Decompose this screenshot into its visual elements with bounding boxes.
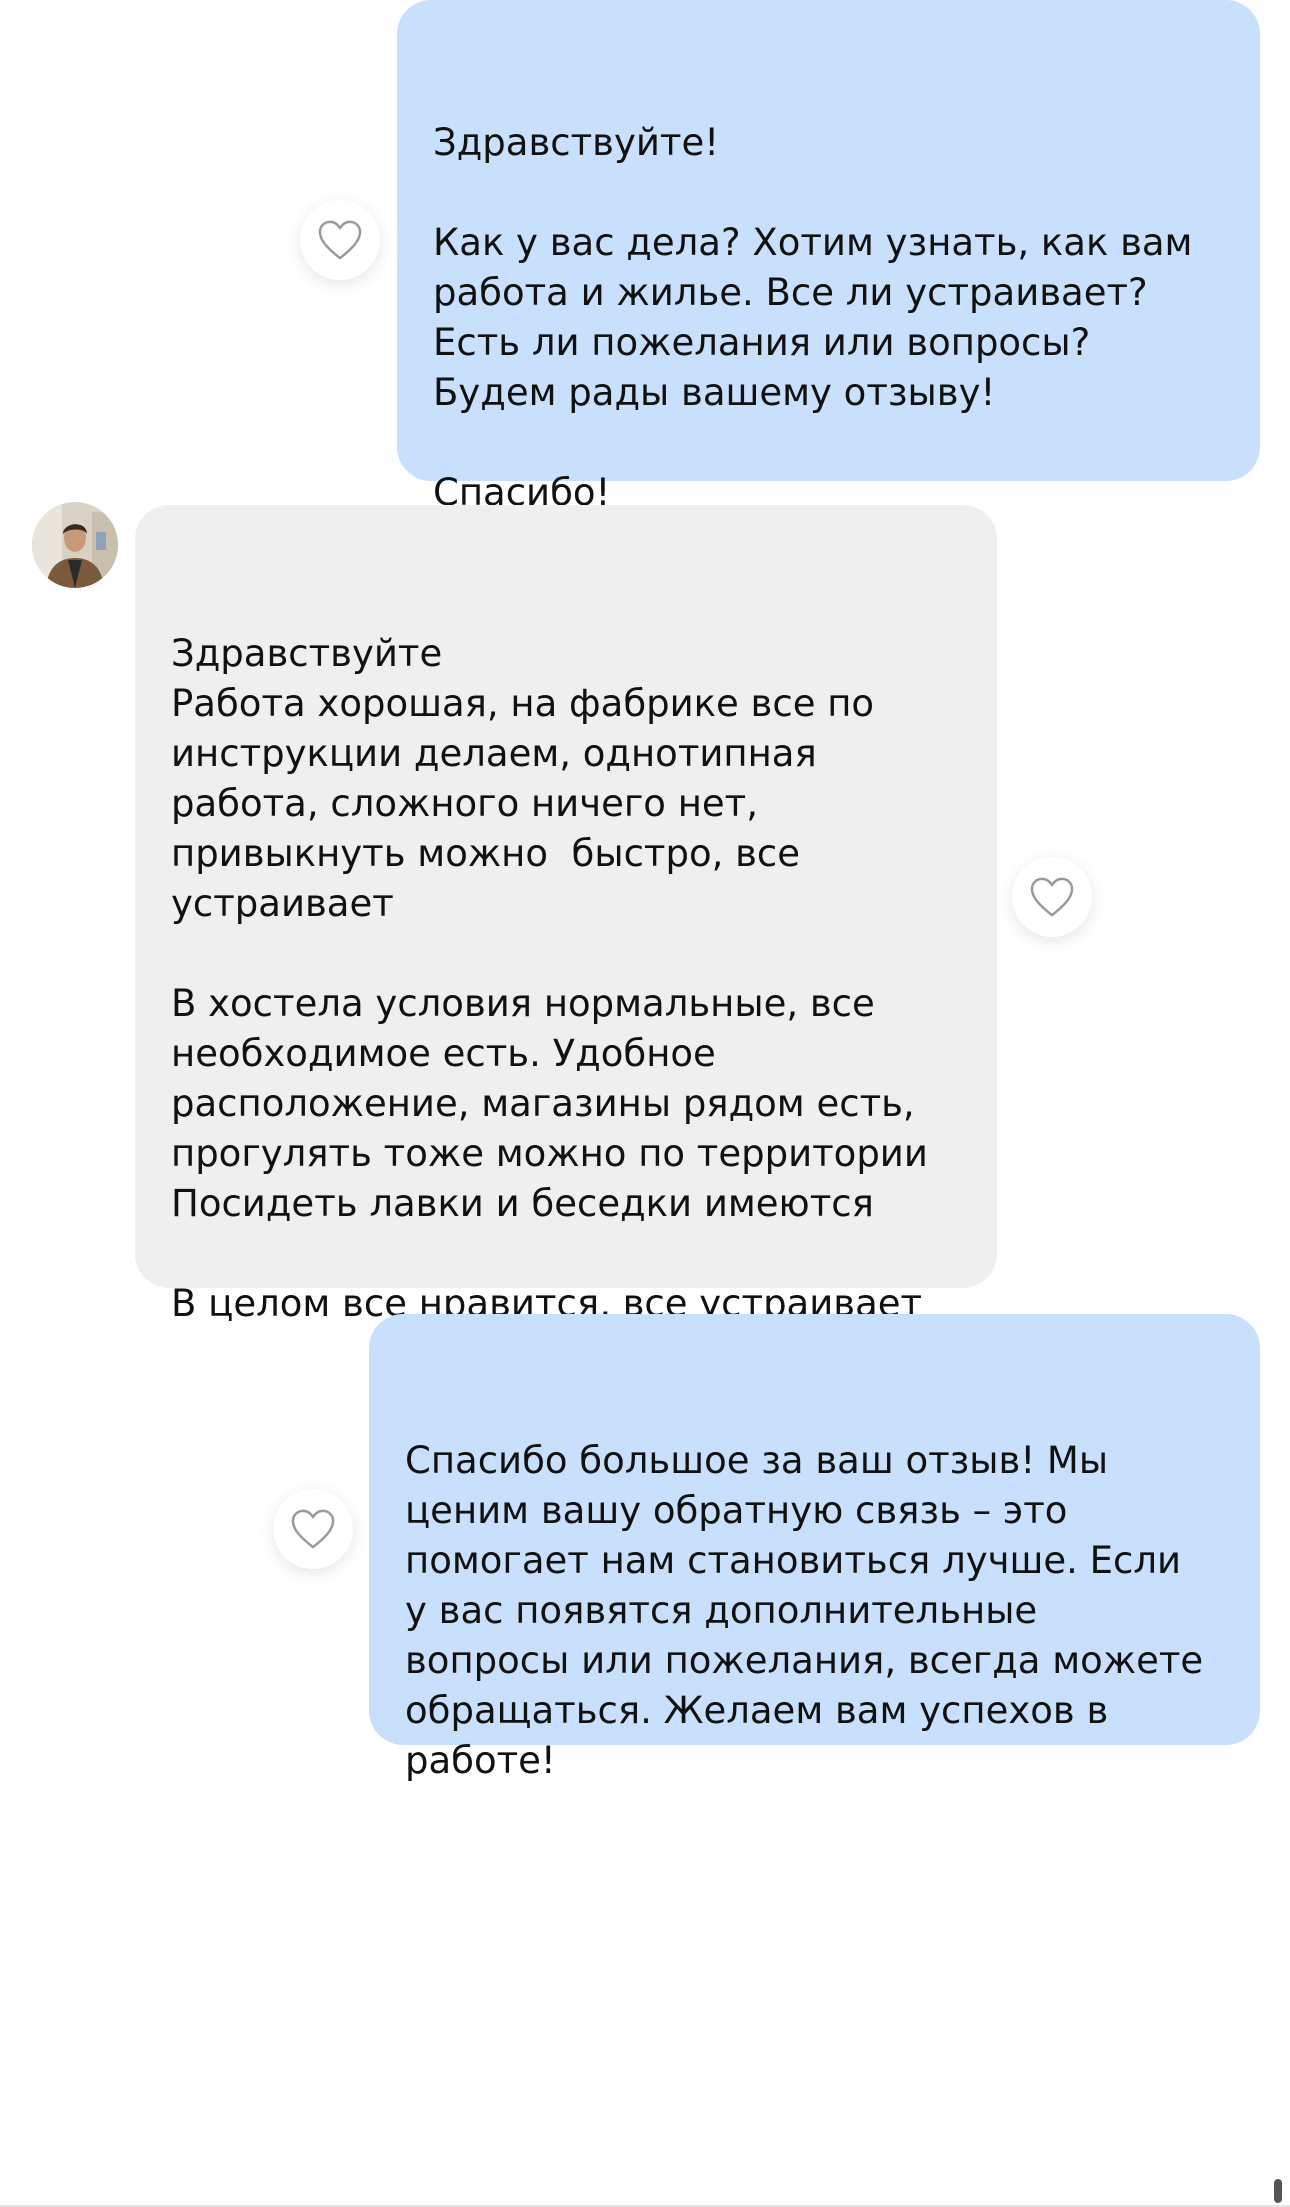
message-bubble-outgoing: Спасибо большое за ваш отзыв! Мы ценим в… [369, 1314, 1260, 1782]
like-button[interactable] [300, 200, 380, 280]
scrollbar[interactable] [1274, 2179, 1282, 2203]
message-bubble-incoming: Здравствуйте Работа хорошая, на фабрике … [135, 505, 997, 1325]
heart-outline-icon [318, 220, 362, 260]
message-text: Здравствуйте Работа хорошая, на фабрике … [171, 632, 928, 1325]
message-bubble-outgoing: Здравствуйте! Как у вас дела? Хотим узна… [397, 0, 1260, 514]
like-button[interactable] [1012, 857, 1092, 937]
heart-outline-icon [291, 1509, 335, 1549]
message-text: Здравствуйте! Как у вас дела? Хотим узна… [433, 121, 1193, 514]
avatar[interactable] [32, 502, 118, 588]
user-avatar-photo [32, 502, 118, 588]
message-text: Спасибо большое за ваш отзыв! Мы ценим в… [405, 1439, 1204, 1782]
heart-outline-icon [1030, 877, 1074, 917]
like-button[interactable] [273, 1489, 353, 1569]
